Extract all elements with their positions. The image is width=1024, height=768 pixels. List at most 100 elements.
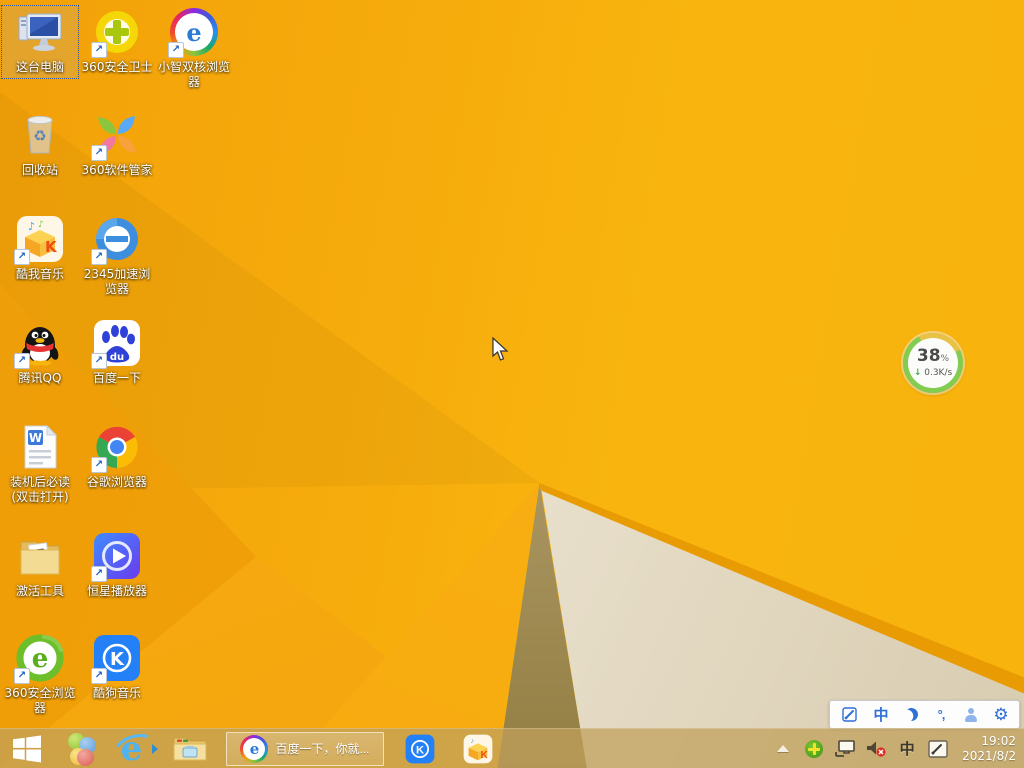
kugou-music-taskbar-button[interactable]: K [398,729,442,768]
shortcut-arrow-icon: ↗ [91,668,107,684]
recycle-bin-icon: ♻ [16,111,64,159]
ie-icon: e [109,728,160,768]
shortcut-arrow-icon: ↗ [14,353,30,369]
baidu-icon: du ↗ [91,319,141,369]
shortcut-arrow-icon: ↗ [91,457,107,473]
shortcut-arrow-icon: ↗ [91,566,107,582]
start-button[interactable] [4,729,50,768]
svg-text:W: W [29,431,42,445]
kuwo-music-taskbar-button[interactable]: K ♪ [456,729,500,768]
punctuation-toggle[interactable]: °, [932,704,950,725]
desktop-icon-kuwo-music[interactable]: K ♪ ♪ ↗ 酷我音乐 [2,213,78,282]
icon-label: 酷我音乐 [15,267,64,281]
show-hidden-icons-chevron[interactable] [772,737,794,761]
halfwidth-moon-icon[interactable] [902,704,920,725]
icon-label: 酷狗音乐 [92,686,141,700]
kuwo-music-icon: K ♪ ♪ ↗ [14,215,64,265]
icon-label: 360软件管家 [81,163,153,177]
icon-label: 腾讯QQ [18,371,62,385]
clock-time: 19:02 [981,733,1016,748]
tencent-qq-icon: ↗ [14,319,64,369]
desktop-icon-xiaozhi-browser[interactable]: e ↗ 小智双核浏览器 [156,6,232,90]
shortcut-arrow-icon: ↗ [91,249,107,265]
360-safety-guard-icon: ↗ [91,8,141,58]
handwriting-pad-icon[interactable] [839,704,860,725]
speed-ball-face: 38% ↓ 0.3K/s [908,338,958,388]
icon-label: 2345加速浏览器 [83,267,151,296]
system-tray: 中 19:02 2021/8/2 [772,734,1024,764]
shortcut-arrow-icon: ↗ [91,353,107,369]
shortcut-arrow-icon: ↗ [14,668,30,684]
icon-label: 谷歌浏览器 [86,475,147,489]
icon-label: 360安全浏览器 [4,686,76,715]
360-tray-icon[interactable] [803,737,825,761]
memory-percent: 38% [916,345,950,366]
shortcut-arrow-icon: ↗ [91,42,107,58]
desktop-icon-360-safety-guard[interactable]: ↗ 360安全卫士 [79,6,155,75]
icon-label: 小智双核浏览器 [157,60,230,89]
xiaozhi-browser-icon: e [240,734,269,763]
running-task-baidu-tab[interactable]: e 百度一下，你就... [226,731,384,766]
clock-date: 2021/8/2 [962,748,1016,763]
desktop-icon-tencent-qq[interactable]: ↗ 腾讯QQ [2,317,78,386]
desktop-icon-kugou-music[interactable]: K ↗ 酷狗音乐 [79,632,155,701]
svg-text:♪: ♪ [38,220,44,230]
svg-text:♻: ♻ [33,127,46,145]
2345-browser-icon: ↗ [91,215,141,265]
desktop-icon-recycle-bin[interactable]: ♻ 回收站 [2,109,78,178]
icon-label: 回收站 [21,163,58,177]
svg-text:K: K [416,744,425,756]
ime-language-indicator[interactable]: 中 [896,737,918,761]
desktop: 这台电脑 ↗ 360安全卫士 e ↗ 小智双核浏览器 ♻ 回收站 ↗ 360软件… [0,0,1024,768]
internet-explorer-button[interactable]: e [109,728,160,768]
desktop-icon-baidu[interactable]: du ↗ 百度一下 [79,317,155,386]
shortcut-arrow-icon: ↗ [168,42,184,58]
touch-keyboard-tray-icon[interactable] [927,737,949,761]
ime-settings-gear-icon[interactable]: ⚙ [992,704,1010,725]
document-icon: W [16,423,64,471]
360-speed-ball-widget[interactable]: 38% ↓ 0.3K/s [903,333,963,393]
kugou-music-icon: K [405,734,435,764]
colorful-pinwheel-app-button[interactable] [60,729,104,768]
ime-chinese-mode-toggle[interactable]: 中 [872,704,890,725]
svg-text:K: K [110,649,125,670]
user-account-icon[interactable] [962,704,980,725]
pinwheel-red-circle [77,748,94,766]
svg-text:e: e [32,644,49,674]
file-explorer-button[interactable] [168,729,212,768]
svg-text:K: K [45,238,58,256]
ime-toolbar: 中 °, ⚙ [829,700,1020,729]
shortcut-arrow-icon: ↗ [91,145,107,161]
xiaozhi-browser-icon: e ↗ [168,8,218,58]
360-software-manager-icon: ↗ [91,111,141,161]
shortcut-arrow-icon: ↗ [14,249,30,265]
kuwo-music-icon: K ♪ [463,734,493,764]
icon-label: 360安全卫士 [81,60,153,74]
desktop-icon-this-pc[interactable]: 这台电脑 [1,5,79,79]
icon-label: 恒星播放器 [86,584,147,598]
this-pc-icon [16,8,64,56]
taskbar-clock[interactable]: 19:02 2021/8/2 [962,734,1016,764]
volume-muted-tray-icon[interactable] [865,737,887,761]
taskbar: e e 百度一下，你就... K K ♪ 中 19:02 2021/8/2 [0,728,1024,768]
hengxing-player-icon: ↗ [91,532,141,582]
network-tray-icon[interactable] [834,737,856,761]
desktop-icon-hengxing-player[interactable]: ↗ 恒星播放器 [79,530,155,599]
360-safe-browser-icon: e ↗ [14,634,64,684]
network-speed: ↓ 0.3K/s [913,367,953,378]
download-arrow-icon: ↓ [913,367,922,378]
svg-text:du: du [110,352,124,363]
desktop-icon-chrome[interactable]: ↗ 谷歌浏览器 [79,421,155,490]
folder-icon [16,532,64,580]
desktop-icon-360-safe-browser[interactable]: e ↗ 360安全浏览器 [2,632,78,716]
svg-text:♪: ♪ [28,220,35,233]
icon-label: 装机后必读(双击打开) [9,475,70,504]
desktop-icon-360-software-manager[interactable]: ↗ 360软件管家 [79,109,155,178]
desktop-icon-activation-tool[interactable]: 激活工具 [2,530,78,599]
desktop-icon-setup-readme[interactable]: W 装机后必读(双击打开) [2,421,78,505]
svg-text:K: K [481,749,489,760]
icon-label: 这台电脑 [15,60,64,74]
kugou-music-icon: K ↗ [91,634,141,684]
desktop-icon-2345-browser[interactable]: ↗ 2345加速浏览器 [79,213,155,297]
svg-text:♪: ♪ [471,737,474,744]
